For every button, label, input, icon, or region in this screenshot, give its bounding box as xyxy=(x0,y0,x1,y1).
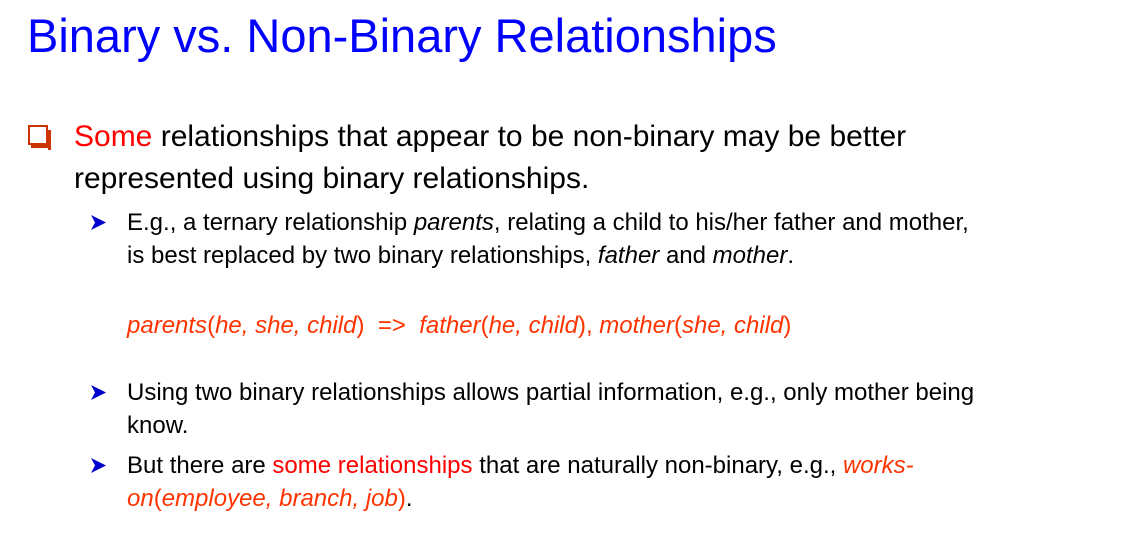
term-args: employee, branch, job xyxy=(161,485,398,512)
sub-bullet-1-text: E.g., a ternary relationship parents, re… xyxy=(127,209,969,269)
bullet1-line2: represented using binary relationships. xyxy=(74,162,590,195)
highlight-some: Some xyxy=(74,120,153,153)
arrowhead-icon xyxy=(91,385,106,400)
relationship-formula: parents(he, she, child) => father(he, ch… xyxy=(127,312,792,339)
arrowhead-icon xyxy=(91,215,106,230)
arrowhead-icon xyxy=(91,458,106,473)
term-mother: mother xyxy=(712,242,788,269)
term-parents: parents xyxy=(413,209,494,236)
term-father: father xyxy=(597,242,660,269)
sub-bullet-2-text: Using two binary relationships allows pa… xyxy=(127,379,975,439)
bullet-level1-text: Some relationships that appear to be non… xyxy=(74,116,1074,200)
square-bullet-icon xyxy=(28,125,51,150)
term-works-on: works- xyxy=(842,452,914,479)
bullet1-line1: relationships that appear to be non-bina… xyxy=(152,120,907,153)
sub-bullet-3-text: But there are some relationships that ar… xyxy=(127,452,914,512)
highlight-some-relationships: some relationships xyxy=(272,452,473,479)
slide-title: Binary vs. Non-Binary Relationships xyxy=(27,9,777,62)
